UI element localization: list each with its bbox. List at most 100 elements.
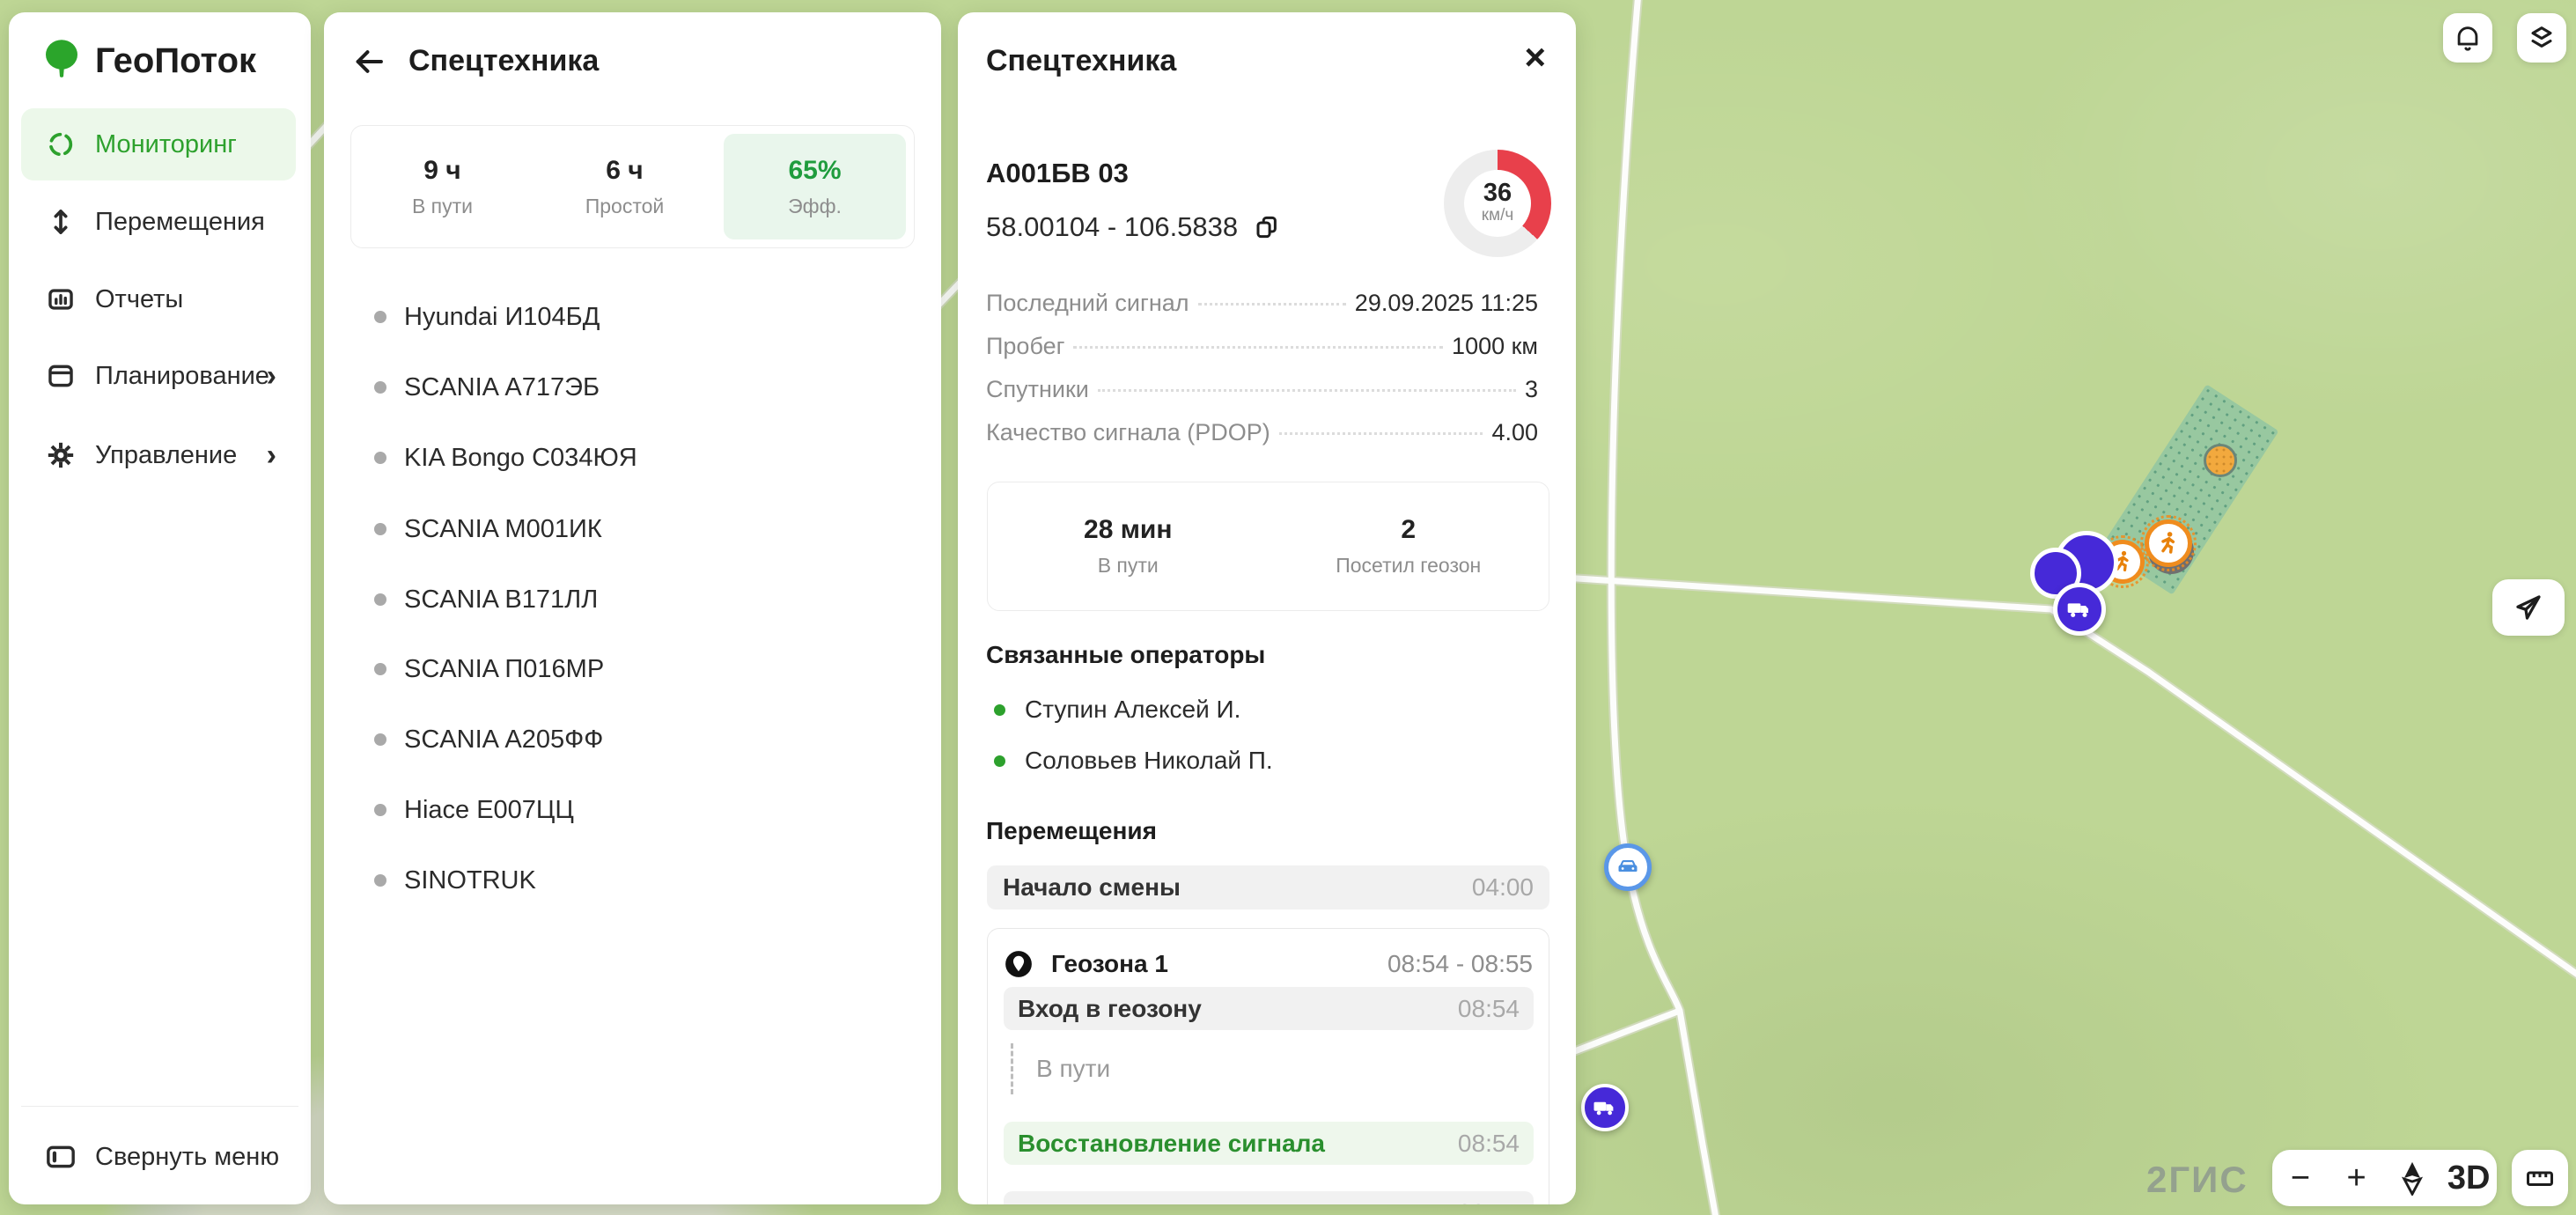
sidebar-item-movements[interactable]: Перемещения: [21, 186, 296, 258]
vehicle-name: SCANIA А717ЭБ: [404, 373, 600, 402]
compass-button[interactable]: [2388, 1152, 2437, 1204]
runner-icon: [2154, 529, 2182, 557]
operator-item[interactable]: Соловьев Николай П.: [994, 745, 1273, 777]
chevron-right-icon: ›: [267, 359, 276, 394]
geozone-visit-card: Геозона 1 08:54 - 08:55 Вход в геозону 0…: [987, 928, 1549, 1204]
vehicle-name: SINOTRUK: [404, 866, 536, 895]
map-attribution-2gis: 2ГИС: [2146, 1159, 2248, 1201]
event-time: 08:54: [1458, 1130, 1520, 1158]
truck-icon: [2065, 595, 2094, 623]
info-label: Пробег: [986, 333, 1064, 360]
up-down-arrows-icon: [46, 207, 76, 237]
operator-status-dot: [994, 755, 1005, 767]
geozone-name: Геозона 1: [1051, 950, 1387, 978]
info-row-satellites: Спутники 3: [986, 376, 1538, 419]
info-row-last-signal: Последний сигнал 29.09.2025 11:25: [986, 290, 1538, 333]
status-dot: [374, 733, 386, 746]
event-time: 08:55: [1458, 1199, 1520, 1205]
map-marker-runner[interactable]: [2145, 519, 2192, 567]
stat-label: В пути: [412, 195, 473, 218]
collapse-menu-button[interactable]: Свернуть меню: [21, 1129, 296, 1185]
navigate-arrow-icon: [2513, 592, 2544, 623]
geozone-circle[interactable]: [2204, 444, 2237, 477]
monitoring-icon: [46, 129, 76, 159]
shift-start-row: Начало смены 04:00: [987, 865, 1549, 909]
vehicle-name: Hyundai И104БД: [404, 303, 600, 332]
sidebar-item-label: Мониторинг: [95, 130, 237, 159]
info-label: Спутники: [986, 376, 1089, 403]
vehicle-list-item[interactable]: SCANIA П016МР: [374, 652, 604, 687]
vehicle-list-item[interactable]: SCANIA А717ЭБ: [374, 370, 600, 405]
sidebar: ГеоПоток Мониторинг Перемещения Отчеты: [9, 12, 311, 1204]
sidebar-item-management[interactable]: Управление ›: [21, 419, 296, 491]
status-dot: [374, 452, 386, 464]
vehicle-list-item[interactable]: SCANIA А205ФФ: [374, 722, 603, 757]
mode-3d-button[interactable]: 3D: [2444, 1152, 2493, 1204]
status-dot: [374, 381, 386, 394]
sidebar-divider: [21, 1106, 298, 1107]
vehicle-name: SCANIA А205ФФ: [404, 725, 603, 755]
app-logo: ГеоПоток: [42, 39, 256, 83]
event-label: Вход в геозону: [1018, 995, 1202, 1023]
map-marker-truck[interactable]: [2053, 583, 2106, 636]
vehicle-list-item[interactable]: Hyundai И104БД: [374, 299, 600, 335]
gear-icon: [46, 440, 76, 470]
bar-chart-icon: [46, 284, 76, 314]
stat-efficiency: 65% Эфф.: [724, 134, 906, 239]
operator-item[interactable]: Ступин Алексей И.: [994, 694, 1240, 725]
stat-idle: 6 ч Простой: [534, 126, 716, 247]
trip-stats-card: 28 мин В пути 2 Посетил геозон: [987, 482, 1549, 611]
vehicle-name: SCANIA В171ЛЛ: [404, 585, 598, 615]
stat-value: 6 ч: [606, 156, 643, 186]
vehicle-list-item[interactable]: Hiace Е007ЦЦ: [374, 792, 574, 828]
geozone-pin-icon: [1004, 949, 1034, 979]
chevron-right-icon: ›: [267, 438, 276, 473]
stat-value: 9 ч: [423, 156, 460, 186]
dotted-leader: [1073, 346, 1443, 349]
event-label: Начало смены: [1003, 873, 1181, 902]
vehicle-list-item[interactable]: KIA Bongo С034ЮЯ: [374, 440, 637, 475]
vehicle-list-item[interactable]: SINOTRUK: [374, 863, 536, 898]
notifications-button[interactable]: [2443, 13, 2492, 63]
geozone-time-range: 08:54 - 08:55: [1387, 950, 1533, 978]
vehicle-list-item[interactable]: SCANIA М001ИК: [374, 512, 602, 547]
bell-icon: [2453, 23, 2483, 53]
event-time: 08:54: [1458, 995, 1520, 1023]
vehicle-name: SCANIA М001ИК: [404, 515, 602, 544]
info-label: Качество сигнала (PDOP): [986, 419, 1270, 446]
copy-icon[interactable]: [1254, 214, 1280, 240]
stat-label: Эфф.: [788, 195, 842, 218]
car-icon: [1615, 854, 1641, 880]
info-row-mileage: Пробег 1000 км: [986, 333, 1538, 376]
vehicle-list-item[interactable]: SCANIA В171ЛЛ: [374, 582, 598, 617]
locate-button[interactable]: [2492, 579, 2565, 636]
info-value: 4.00: [1491, 419, 1538, 446]
zoom-out-button[interactable]: −: [2276, 1152, 2325, 1204]
map-marker-car[interactable]: [1604, 843, 1652, 891]
vehicle-name: KIA Bongo С034ЮЯ: [404, 444, 637, 473]
sidebar-item-monitoring[interactable]: Мониторинг: [21, 108, 296, 180]
event-label: Выход из геозоны: [1018, 1199, 1242, 1205]
layers-button[interactable]: [2517, 13, 2566, 63]
stat-value: 2: [1401, 515, 1416, 545]
map-marker-truck[interactable]: [1581, 1084, 1629, 1131]
event-label: В пути: [1036, 1055, 1110, 1083]
event-signal-restored: Восстановление сигнала 08:54: [1004, 1122, 1534, 1165]
status-dot: [374, 523, 386, 535]
back-button[interactable]: [352, 47, 386, 77]
status-dot: [374, 804, 386, 816]
zoom-in-button[interactable]: +: [2332, 1152, 2381, 1204]
operator-name: Ступин Алексей И.: [1025, 696, 1240, 724]
collapse-sidebar-icon: [46, 1144, 76, 1170]
ruler-button[interactable]: [2512, 1150, 2568, 1206]
sidebar-item-label: Отчеты: [95, 285, 183, 314]
compass-icon: [2401, 1160, 2424, 1196]
operator-status-dot: [994, 704, 1005, 716]
sidebar-item-planning[interactable]: Планирование ›: [21, 340, 296, 412]
status-dot: [374, 663, 386, 675]
vehicle-name: SCANIA П016МР: [404, 655, 604, 684]
status-dot: [374, 874, 386, 887]
sidebar-item-reports[interactable]: Отчеты: [21, 263, 296, 335]
close-icon[interactable]: ×: [1524, 39, 1546, 76]
truck-icon: [1592, 1094, 1618, 1121]
